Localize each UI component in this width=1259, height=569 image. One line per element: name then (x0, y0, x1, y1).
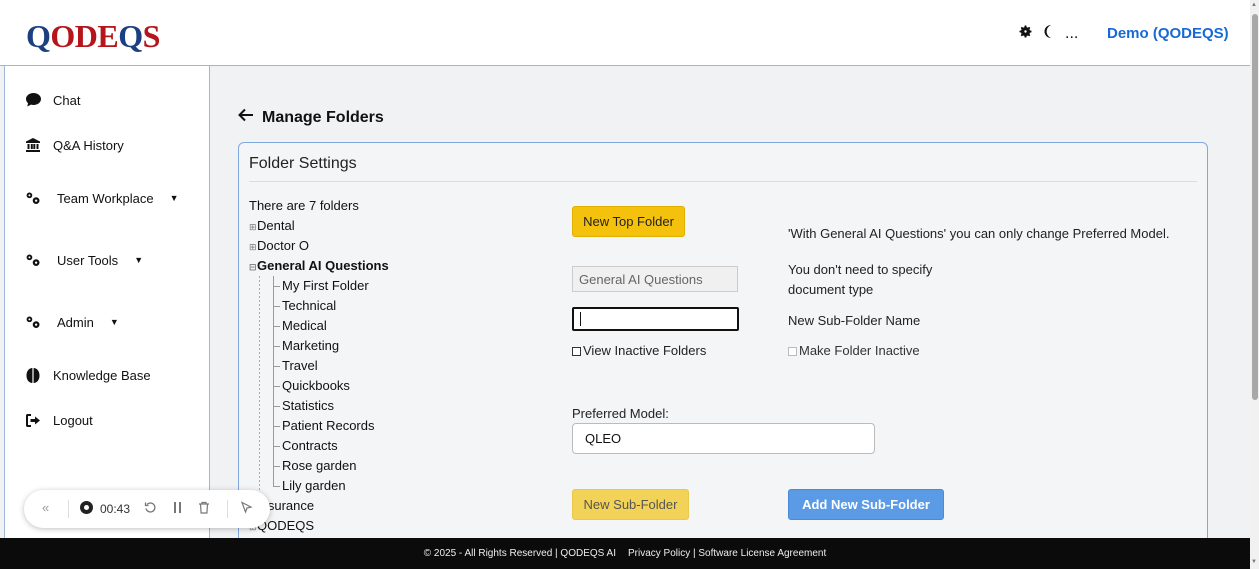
trash-icon[interactable] (198, 501, 210, 514)
restart-icon[interactable] (144, 501, 157, 514)
add-new-subfolder-button[interactable]: Add New Sub-Folder (788, 489, 944, 520)
selected-folder-field[interactable]: General AI Questions (572, 266, 738, 292)
recording-widget: « 00:43 (24, 490, 270, 528)
text-cursor (580, 312, 581, 326)
gear-icon[interactable] (1018, 24, 1033, 44)
chevron-down-icon: ▼ (109, 317, 119, 327)
logout-icon (25, 412, 41, 428)
folder-tree: There are 7 folders ⊞Dental ⊞Doctor O ⊟G… (249, 196, 389, 536)
sidebar-item-label: Q&A History (53, 137, 124, 153)
sidebar-item-admin[interactable]: Admin ▼ (25, 314, 119, 330)
brain-icon (25, 367, 41, 383)
card-title: Folder Settings (249, 155, 357, 172)
sidebar-item-qa-history[interactable]: Q&A History (25, 137, 124, 153)
chat-bubble-icon (25, 92, 41, 108)
tree-node-child[interactable]: Medical (249, 316, 389, 336)
view-inactive-checkbox[interactable]: View Inactive Folders (572, 343, 706, 358)
sidebar: Chat Q&A History Team Workplace ▼ User T… (4, 66, 210, 538)
tree-node-child[interactable]: Rose garden (249, 456, 389, 476)
sidebar-item-label: Knowledge Base (53, 367, 151, 383)
collapse-icon[interactable]: ⊟ (249, 257, 257, 277)
tree-node-child[interactable]: My First Folder (249, 276, 389, 296)
tree-node-insurance[interactable]: ⊞Insurance (249, 496, 389, 516)
expand-icon[interactable]: ⊞ (249, 237, 257, 257)
make-inactive-checkbox[interactable]: Make Folder Inactive (788, 343, 920, 358)
footer: © 2025 - All Rights Reserved | QODEQS AI… (0, 538, 1250, 569)
tree-node-child[interactable]: Patient Records (249, 416, 389, 436)
back-arrow-icon[interactable] (238, 108, 254, 127)
tree-children: My First Folder Technical Medical Market… (249, 276, 389, 496)
divider (249, 181, 1197, 182)
preferred-model-label: Preferred Model: (572, 406, 669, 421)
tree-node-child[interactable]: Quickbooks (249, 376, 389, 396)
record-indicator[interactable] (80, 501, 93, 514)
footer-links[interactable]: Privacy Policy | Software License Agreem… (628, 548, 826, 559)
gears-icon (25, 190, 41, 206)
qodeqs-logo[interactable]: QODEQS (26, 18, 160, 55)
main-content: Manage Folders Folder Settings There are… (211, 66, 1250, 552)
tree-node-child[interactable]: Contracts (249, 436, 389, 456)
doc-type-note: document type (788, 282, 874, 297)
scroll-up-icon[interactable]: ▲ (1251, 2, 1257, 8)
new-subfolder-button[interactable]: New Sub-Folder (572, 489, 689, 520)
sidebar-item-label: Chat (53, 92, 81, 108)
moon-icon[interactable] (1042, 24, 1056, 44)
scroll-down-icon[interactable]: ▼ (1251, 559, 1257, 565)
preferred-model-select[interactable]: QLEO (572, 423, 875, 454)
scroll-thumb[interactable] (1252, 14, 1258, 400)
tree-node-child[interactable]: Technical (249, 296, 389, 316)
top-header: QODEQS ... Demo (QODEQS) (0, 0, 1250, 66)
record-icon (80, 501, 93, 514)
tree-node-general-ai-questions[interactable]: ⊟General AI Questions (249, 256, 389, 276)
copyright-text: © 2025 - All Rights Reserved | QODEQS AI (423, 548, 616, 559)
gears-icon (25, 314, 41, 330)
doc-type-note: You don't need to specify (788, 262, 933, 277)
divider (68, 500, 69, 518)
sidebar-item-team-workplace[interactable]: Team Workplace ▼ (25, 190, 179, 206)
tree-node-child[interactable]: Travel (249, 356, 389, 376)
tree-node-doctor-o[interactable]: ⊞Doctor O (249, 236, 389, 256)
sidebar-item-knowledge-base[interactable]: Knowledge Base (25, 367, 151, 383)
sidebar-item-label: User Tools (57, 252, 119, 268)
subfolder-name-label: New Sub-Folder Name (788, 313, 921, 328)
tree-node-child[interactable]: Statistics (249, 396, 389, 416)
page-title-row: Manage Folders (238, 108, 384, 127)
chevron-down-icon: ▼ (134, 255, 144, 265)
sidebar-item-label: Logout (53, 412, 93, 428)
gears-icon (25, 252, 41, 268)
header-icons: ... (1018, 24, 1078, 44)
chevron-down-icon: ▼ (169, 193, 179, 203)
tree-node-qodeqs[interactable]: ⊞QODEQS (249, 516, 389, 536)
expand-icon[interactable]: ⊞ (249, 217, 257, 237)
pause-icon[interactable] (173, 501, 183, 514)
divider (227, 500, 228, 518)
new-top-folder-button[interactable]: New Top Folder (572, 206, 685, 237)
sidebar-item-user-tools[interactable]: User Tools ▼ (25, 252, 143, 268)
sidebar-item-label: Admin (57, 314, 94, 330)
user-account-link[interactable]: Demo (QODEQS) (1107, 25, 1229, 42)
general-folder-note: 'With General AI Questions' you can only… (788, 226, 1170, 241)
page-scrollbar[interactable]: ▲ ▼ (1250, 0, 1259, 569)
more-menu-button[interactable]: ... (1065, 25, 1078, 43)
folder-settings-card: Folder Settings There are 7 folders ⊞Den… (238, 142, 1208, 552)
pointer-icon[interactable] (240, 501, 253, 514)
sidebar-item-label: Team Workplace (57, 190, 154, 206)
tree-node-child[interactable]: Lily garden (249, 476, 389, 496)
recording-time: 00:43 (100, 502, 131, 516)
new-subfolder-name-input[interactable] (572, 307, 739, 331)
collapse-icon[interactable]: « (42, 500, 49, 515)
checkbox-icon[interactable] (572, 347, 581, 356)
tree-node-dental[interactable]: ⊞Dental (249, 216, 389, 236)
sidebar-item-chat[interactable]: Chat (25, 92, 80, 108)
folder-count: There are 7 folders (249, 198, 359, 213)
page-title: Manage Folders (262, 108, 384, 126)
tree-node-child[interactable]: Marketing (249, 336, 389, 356)
checkbox-icon[interactable] (788, 347, 797, 356)
bank-icon (25, 137, 41, 153)
sidebar-item-logout[interactable]: Logout (25, 412, 93, 428)
